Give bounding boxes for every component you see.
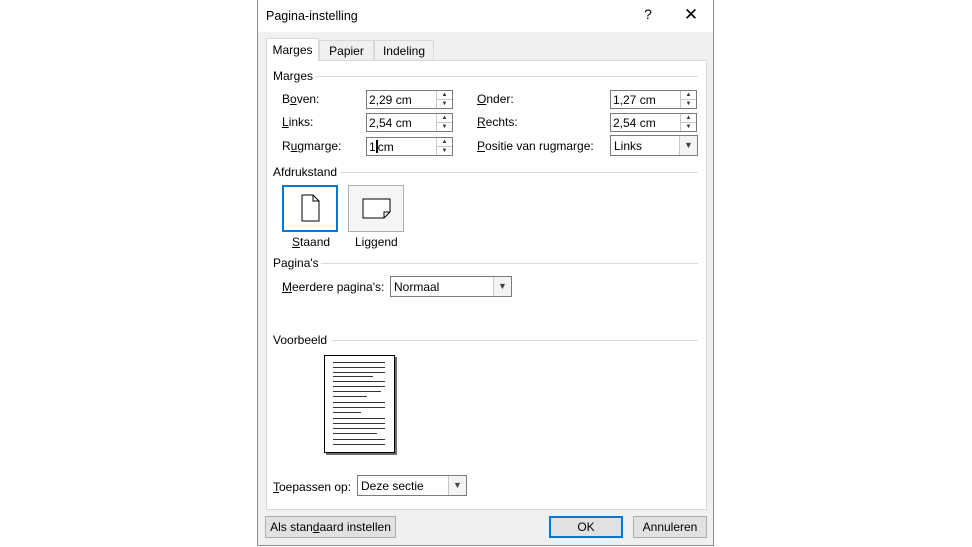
preview-group-label: Voorbeeld (273, 333, 330, 347)
tab-marges[interactable]: Marges (266, 38, 319, 61)
landscape-option[interactable] (348, 185, 404, 232)
apply-to-value: Deze sectie (361, 479, 424, 493)
left-margin-spinner[interactable]: 2,54 cm ▲ ▼ (366, 113, 453, 132)
gutter-value[interactable]: 1 cm (369, 140, 394, 154)
preview-line (333, 433, 377, 434)
preview-line (333, 407, 385, 408)
orientation-group-label: Afdrukstand (273, 165, 340, 179)
preview-line (333, 381, 385, 382)
preview-line (333, 439, 385, 440)
chevron-down-icon[interactable]: ▼ (448, 476, 466, 495)
spin-down-arrow-icon[interactable]: ▼ (681, 100, 696, 108)
tab-label: Marges (272, 43, 313, 57)
preview-line (333, 396, 367, 397)
tab-label: Indeling (382, 44, 426, 58)
set-as-default-button[interactable]: Als standaard instellen (265, 516, 396, 538)
left-margin-label: Links: (282, 115, 314, 129)
dialog-title: Pagina-instelling (266, 9, 358, 23)
chevron-down-icon[interactable]: ▼ (679, 136, 697, 155)
spin-up-arrow-icon[interactable]: ▲ (437, 114, 452, 123)
cancel-button[interactable]: Annuleren (633, 516, 707, 538)
gutter-spinner[interactable]: 1 cm ▲ ▼ (366, 137, 453, 156)
spin-up-arrow-icon[interactable]: ▲ (681, 91, 696, 100)
landscape-page-icon (362, 198, 391, 219)
portrait-option[interactable] (282, 185, 338, 232)
bottom-margin-value[interactable]: 1,27 cm (613, 93, 656, 107)
right-margin-label: Rechts: (477, 115, 518, 129)
group-divider (332, 340, 698, 341)
preview-line (333, 386, 385, 387)
apply-to-label: Toepassen op: (273, 480, 352, 494)
page-setup-dialog: Pagina-instelling ? ✕ Marges Papier Inde… (257, 0, 714, 546)
right-margin-value[interactable]: 2,54 cm (613, 116, 656, 130)
spin-down-arrow-icon[interactable]: ▼ (437, 147, 452, 155)
spin-up-arrow-icon[interactable]: ▲ (681, 114, 696, 123)
multiple-pages-label: Meerdere pagina's: (282, 280, 385, 294)
preview-line (333, 376, 373, 377)
top-margin-label: Boven: (282, 92, 320, 106)
portrait-page-icon (301, 194, 320, 222)
spin-down-arrow-icon[interactable]: ▼ (681, 123, 696, 131)
gutter-position-select[interactable]: Links ▼ (610, 135, 698, 156)
preview-line (333, 444, 385, 445)
help-button[interactable]: ? (636, 6, 660, 26)
right-margin-spinner[interactable]: 2,54 cm ▲ ▼ (610, 113, 697, 132)
multiple-pages-value: Normaal (394, 280, 440, 294)
bottom-margin-spinner[interactable]: 1,27 cm ▲ ▼ (610, 90, 697, 109)
pages-group-label: Pagina's (273, 256, 321, 270)
tab-papier[interactable]: Papier (319, 40, 374, 60)
multiple-pages-select[interactable]: Normaal ▼ (390, 276, 512, 297)
spin-up-arrow-icon[interactable]: ▲ (437, 138, 452, 147)
preview-line (333, 367, 385, 368)
top-margin-spinner[interactable]: 2,29 cm ▲ ▼ (366, 90, 453, 109)
preview-line (333, 423, 385, 424)
preview-line (333, 362, 385, 363)
close-button[interactable]: ✕ (676, 5, 706, 27)
left-margin-value[interactable]: 2,54 cm (369, 116, 412, 130)
bottom-margin-label: Onder: (477, 92, 514, 106)
group-divider (314, 76, 698, 77)
preview-line (333, 412, 361, 413)
spin-down-arrow-icon[interactable]: ▼ (437, 100, 452, 108)
preview-line (333, 418, 385, 419)
ok-button[interactable]: OK (549, 516, 623, 538)
top-margin-value[interactable]: 2,29 cm (369, 93, 412, 107)
preview-line (333, 402, 385, 403)
margins-group-label: Marges (273, 69, 316, 83)
preview-line (333, 391, 381, 392)
apply-to-select[interactable]: Deze sectie ▼ (357, 475, 467, 496)
preview-line (333, 372, 385, 373)
tab-indeling[interactable]: Indeling (374, 40, 434, 60)
spin-down-arrow-icon[interactable]: ▼ (437, 123, 452, 131)
chevron-down-icon[interactable]: ▼ (493, 277, 511, 296)
group-divider (320, 263, 698, 264)
title-bar: Pagina-instelling ? ✕ (258, 0, 713, 32)
group-divider (340, 172, 698, 173)
portrait-label: Staand (292, 235, 331, 249)
preview-line (333, 428, 385, 429)
page-preview (324, 355, 395, 453)
spin-up-arrow-icon[interactable]: ▲ (437, 91, 452, 100)
landscape-label: Liggend (355, 235, 398, 249)
tab-label: Papier (329, 44, 364, 58)
gutter-position-label: Positie van rugmarge: (477, 139, 594, 153)
gutter-position-value: Links (614, 139, 643, 153)
gutter-label: Rugmarge: (282, 139, 342, 153)
